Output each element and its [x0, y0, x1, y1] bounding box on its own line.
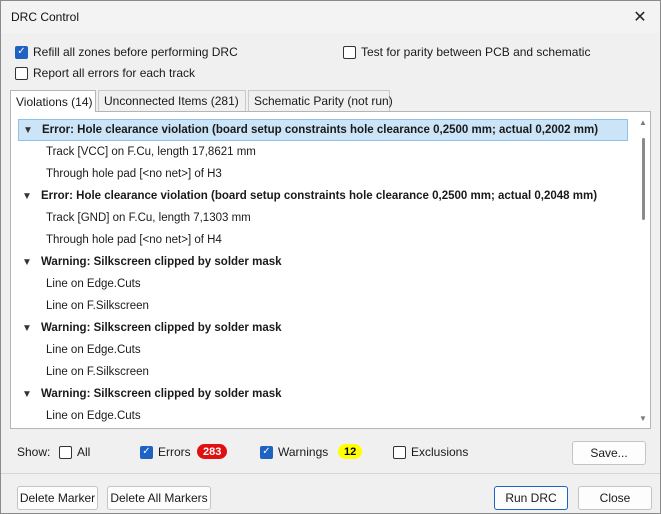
violation-item[interactable]: Line on Edge.Cuts [18, 273, 628, 295]
violation-header[interactable]: ▼ Warning: Silkscreen clipped by solder … [18, 383, 628, 405]
violation-item[interactable]: Track [VCC] on F.Cu, length 17,8621 mm [18, 141, 628, 163]
report-all-errors-label: Report all errors for each track [33, 66, 196, 80]
scroll-down-icon[interactable]: ▼ [638, 414, 648, 424]
drc-control-dialog: DRC Control ✕ ✓ Refill all zones before … [0, 0, 661, 514]
filter-all-checkbox[interactable] [59, 445, 72, 459]
violation-item[interactable]: Through hole pad [<no net>] of H3 [18, 163, 628, 185]
window-title: DRC Control [11, 10, 80, 24]
scrollbar-thumb[interactable] [642, 138, 645, 220]
violation-header[interactable]: ▼ Warning: Silkscreen clipped by solder … [18, 317, 628, 339]
filter-warnings[interactable]: ✓ Warnings [260, 444, 328, 460]
violation-item[interactable]: Line on F.Silkscreen [18, 361, 628, 383]
chevron-down-icon[interactable]: ▼ [22, 257, 36, 268]
chevron-down-icon[interactable]: ▼ [22, 191, 36, 202]
filter-exclusions-label: Exclusions [411, 445, 469, 459]
close-button[interactable]: Close [578, 486, 652, 510]
run-drc-button[interactable]: Run DRC [494, 486, 568, 510]
filter-errors[interactable]: ✓ Errors [140, 444, 191, 460]
filter-exclusions[interactable]: Exclusions [393, 444, 468, 460]
tab-unconnected-items[interactable]: Unconnected Items (281) [98, 90, 246, 111]
violation-item[interactable]: Line on Edge.Cuts [18, 405, 628, 427]
chevron-down-icon[interactable]: ▼ [22, 323, 36, 334]
filter-all[interactable]: All [59, 444, 90, 460]
delete-marker-button[interactable]: Delete Marker [17, 486, 98, 510]
violation-header[interactable]: ▼ Error: Hole clearance violation (board… [18, 119, 628, 141]
chevron-down-icon[interactable]: ▼ [23, 125, 37, 136]
violations-panel: ▼ Error: Hole clearance violation (board… [10, 111, 651, 429]
violation-item[interactable]: Line on F.Silkscreen [18, 295, 628, 317]
divider [1, 473, 660, 474]
tab-violations[interactable]: Violations (14) [10, 90, 96, 112]
title-bar: DRC Control ✕ [1, 1, 660, 33]
report-all-errors-option[interactable]: Report all errors for each track [15, 65, 195, 81]
test-parity-label: Test for parity between PCB and schemati… [361, 45, 591, 59]
refill-zones-checkbox[interactable]: ✓ [15, 45, 28, 59]
filter-exclusions-checkbox[interactable] [393, 445, 406, 459]
violations-tree: ▼ Error: Hole clearance violation (board… [18, 119, 639, 428]
filter-all-label: All [77, 445, 91, 459]
severity-filter-bar: Show: All ✓ Errors 283 ✓ Warnings 12 Exc… [17, 442, 647, 462]
violation-header[interactable]: ▼ Error: Hole clearance violation (board… [18, 185, 628, 207]
violation-header[interactable]: ▼ Warning: Silkscreen clipped by solder … [18, 251, 628, 273]
report-all-errors-checkbox[interactable] [15, 66, 28, 80]
show-label: Show: [17, 445, 51, 459]
refill-zones-label: Refill all zones before performing DRC [33, 45, 238, 59]
violation-item[interactable]: Through hole pad [<no net>] of H4 [18, 229, 628, 251]
filter-errors-label: Errors [158, 445, 191, 459]
warnings-count-badge: 12 [338, 444, 363, 459]
test-parity-option[interactable]: Test for parity between PCB and schemati… [343, 44, 590, 60]
save-button[interactable]: Save... [572, 441, 646, 465]
delete-all-markers-button[interactable]: Delete All Markers [107, 486, 211, 510]
test-parity-checkbox[interactable] [343, 45, 356, 59]
filter-warnings-label: Warnings [278, 445, 329, 459]
filter-errors-checkbox[interactable]: ✓ [140, 445, 153, 459]
scroll-up-icon[interactable]: ▲ [638, 118, 648, 128]
filter-warnings-checkbox[interactable]: ✓ [260, 445, 273, 459]
chevron-down-icon[interactable]: ▼ [22, 389, 36, 400]
errors-count-badge: 283 [197, 444, 228, 459]
vertical-scrollbar[interactable]: ▲ ▼ [638, 118, 648, 424]
violation-item[interactable]: Line on Edge.Cuts [18, 339, 628, 361]
refill-zones-option[interactable]: ✓ Refill all zones before performing DRC [15, 44, 238, 60]
tab-schematic-parity[interactable]: Schematic Parity (not run) [248, 90, 393, 111]
close-window-icon[interactable]: ✕ [620, 1, 660, 32]
violation-item[interactable]: Track [GND] on F.Cu, length 7,1303 mm [18, 207, 628, 229]
